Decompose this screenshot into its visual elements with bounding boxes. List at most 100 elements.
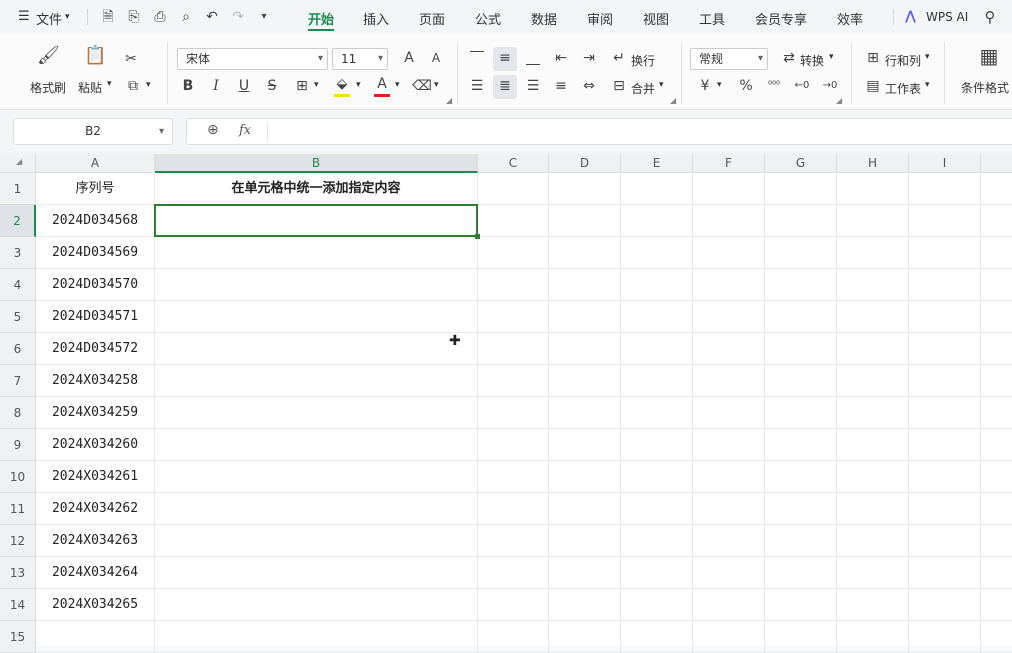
row-header[interactable]: 14 (0, 589, 36, 621)
cell-i5[interactable] (909, 301, 981, 333)
font-color-icon[interactable]: A (371, 74, 393, 96)
chevron-down-icon[interactable]: ▾ (829, 52, 834, 62)
cell-d12[interactable] (549, 525, 621, 557)
row-header[interactable]: 6 (0, 333, 36, 365)
cell-b1[interactable]: 在单元格中统一添加指定内容 (155, 173, 478, 205)
cell-next[interactable] (981, 397, 1012, 429)
cell-e1[interactable] (621, 173, 693, 205)
thousands-icon[interactable]: ⁰⁰⁰ (763, 76, 785, 98)
row-header[interactable]: 9 (0, 429, 36, 461)
column-header-g[interactable]: G (765, 154, 837, 173)
row-header[interactable]: 11 (0, 493, 36, 525)
redo-icon[interactable]: ↷ (228, 7, 248, 27)
cell-next[interactable] (981, 557, 1012, 589)
cell-e2[interactable] (621, 205, 693, 237)
save-icon[interactable]: 🗎 (98, 7, 118, 27)
cell-c8[interactable] (478, 397, 549, 429)
wrap-text-label[interactable]: 换行 (631, 52, 655, 69)
cell-c4[interactable] (478, 269, 549, 301)
cell-d10[interactable] (549, 461, 621, 493)
merge-icon[interactable]: ⊟ (608, 76, 630, 98)
wps-ai-icon[interactable]: ⋀ (905, 9, 916, 24)
border-icon[interactable]: ⊞ (291, 76, 313, 98)
cell-b10[interactable] (155, 461, 478, 493)
cell-next[interactable] (981, 589, 1012, 621)
cell-i1[interactable] (909, 173, 981, 205)
cell-next[interactable] (981, 493, 1012, 525)
cell-f10[interactable] (693, 461, 765, 493)
cell-e8[interactable] (621, 397, 693, 429)
cell-c11[interactable] (478, 493, 549, 525)
cell-h7[interactable] (837, 365, 909, 397)
cell-f3[interactable] (693, 237, 765, 269)
cell-h10[interactable] (837, 461, 909, 493)
conditional-format-icon[interactable]: ▦ (978, 46, 1000, 68)
fill-color-icon[interactable]: ⬙ (331, 74, 353, 96)
worksheet-icon[interactable]: ▤ (862, 76, 884, 98)
cell-next[interactable] (981, 301, 1012, 333)
distributed-icon[interactable]: ⇔ (578, 76, 600, 98)
percent-icon[interactable]: % (735, 76, 757, 98)
cell-g9[interactable] (765, 429, 837, 461)
cell-d2[interactable] (549, 205, 621, 237)
cell-d4[interactable] (549, 269, 621, 301)
eraser-icon[interactable]: ⌫ (411, 76, 433, 98)
cell-h14[interactable] (837, 589, 909, 621)
decrease-indent-icon[interactable]: ⇤ (550, 48, 572, 70)
worksheet-label[interactable]: 工作表 (885, 80, 921, 97)
cell-b8[interactable] (155, 397, 478, 429)
cell-i4[interactable] (909, 269, 981, 301)
cell-next[interactable] (981, 621, 1012, 653)
cell-next[interactable] (981, 333, 1012, 365)
cell-b14[interactable] (155, 589, 478, 621)
number-format-select[interactable]: 常规 ▾ (690, 48, 768, 70)
rows-cols-label[interactable]: 行和列 (885, 52, 921, 69)
cell-a4[interactable]: 2024D034570 (36, 269, 155, 301)
cell-next[interactable] (981, 365, 1012, 397)
cell-next[interactable] (981, 237, 1012, 269)
cell-a2[interactable]: 2024D034568 (36, 205, 155, 237)
cell-c15[interactable] (478, 621, 549, 653)
more-icon[interactable]: ▾ (254, 7, 274, 27)
cell-i14[interactable] (909, 589, 981, 621)
row-header[interactable]: 7 (0, 365, 36, 397)
wps-ai-button[interactable]: WPS AI (926, 10, 968, 24)
cell-h5[interactable] (837, 301, 909, 333)
align-bottom-icon[interactable]: ⎽ (522, 48, 544, 70)
cell-g1[interactable] (765, 173, 837, 205)
export-pdf-icon[interactable]: ⎘ (124, 7, 144, 27)
cell-c6[interactable] (478, 333, 549, 365)
tab-5[interactable]: 审阅 (587, 9, 613, 28)
row-header[interactable]: 12 (0, 525, 36, 557)
cell-d7[interactable] (549, 365, 621, 397)
cell-d14[interactable] (549, 589, 621, 621)
cell-a6[interactable]: 2024D034572 (36, 333, 155, 365)
dialog-launcher-icon[interactable]: ◢ (836, 96, 842, 105)
chevron-down-icon[interactable]: ▾ (925, 80, 930, 90)
cell-h4[interactable] (837, 269, 909, 301)
cell-i6[interactable] (909, 333, 981, 365)
fill-handle[interactable] (475, 234, 480, 239)
cell-f9[interactable] (693, 429, 765, 461)
tab-8[interactable]: 会员专享 (755, 9, 807, 28)
row-header[interactable]: 13 (0, 557, 36, 589)
cell-e15[interactable] (621, 621, 693, 653)
formula-input[interactable]: ⊕ fx (186, 118, 1012, 145)
cell-i8[interactable] (909, 397, 981, 429)
cell-h12[interactable] (837, 525, 909, 557)
cell-i10[interactable] (909, 461, 981, 493)
cell-h2[interactable] (837, 205, 909, 237)
cell-e5[interactable] (621, 301, 693, 333)
cell-d6[interactable] (549, 333, 621, 365)
cell-f13[interactable] (693, 557, 765, 589)
select-all-corner[interactable]: ◢ (0, 154, 36, 173)
cell-f2[interactable] (693, 205, 765, 237)
chevron-down-icon[interactable]: ▾ (434, 80, 439, 90)
cell-b15[interactable] (155, 621, 478, 653)
cell-b6[interactable] (155, 333, 478, 365)
cell-h8[interactable] (837, 397, 909, 429)
cell-a11[interactable]: 2024X034262 (36, 493, 155, 525)
cell-g14[interactable] (765, 589, 837, 621)
column-header-f[interactable]: F (693, 154, 765, 173)
row-header[interactable]: 5 (0, 301, 36, 333)
